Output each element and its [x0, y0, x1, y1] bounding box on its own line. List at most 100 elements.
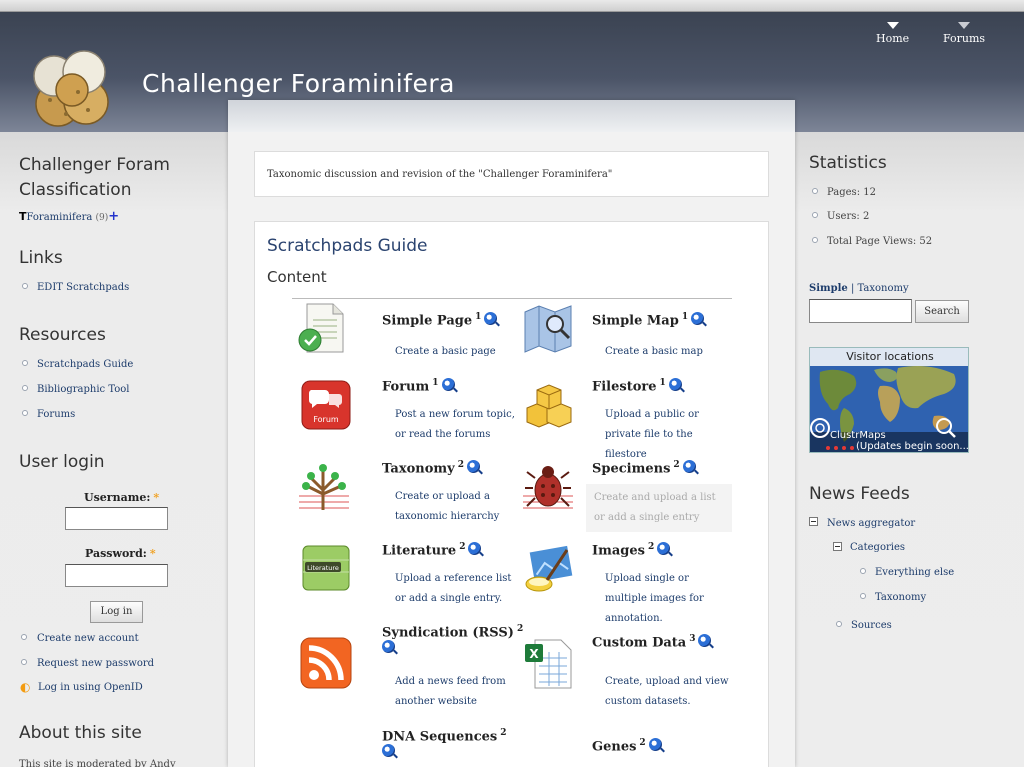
svg-text:Forum: Forum: [313, 415, 339, 424]
dna-icon[interactable]: [297, 742, 351, 767]
tree-icon[interactable]: [297, 460, 351, 514]
everything-else-link[interactable]: Everything else: [875, 567, 954, 578]
boxes-icon[interactable]: [521, 378, 575, 432]
openid-login-link[interactable]: Log in using OpenID: [38, 682, 143, 693]
bullet-icon: [21, 659, 27, 665]
taxonomy-feed-link[interactable]: Taxonomy: [875, 592, 926, 603]
bullet-icon: [812, 212, 818, 218]
guide-title: Scratchpads Guide: [267, 236, 428, 256]
taxonomy-link[interactable]: Taxonomy 2: [382, 460, 480, 476]
create-account-link[interactable]: Create new account: [37, 633, 139, 644]
magnifier-icon[interactable]: [382, 744, 395, 758]
item-title: DNA Sequences: [382, 729, 498, 745]
simple-page-link[interactable]: Simple Page 1: [382, 312, 498, 329]
genes-icon[interactable]: [521, 742, 575, 767]
map-icon[interactable]: [521, 302, 575, 356]
request-password-link[interactable]: Request new password: [37, 658, 154, 669]
simple-map-desc[interactable]: Create a basic map: [605, 342, 730, 362]
custom-data-link[interactable]: Custom Data 3: [592, 634, 712, 650]
classification-item-label: Foraminifera: [26, 212, 93, 223]
foraminifera-logo[interactable]: [28, 42, 116, 134]
main-top-bar: [228, 100, 795, 132]
search-tab-simple[interactable]: Simple: [809, 283, 848, 294]
forum-link[interactable]: Forum 1: [382, 378, 455, 394]
dna-sequences-link[interactable]: DNA Sequences 2: [382, 728, 506, 760]
custom-data-desc[interactable]: Create, upload and view custom datasets.: [605, 672, 730, 712]
taxonomy-desc[interactable]: Create or upload a taxonomic hierarchy: [395, 487, 520, 527]
login-button[interactable]: Log in: [90, 601, 143, 623]
magnifier-icon[interactable]: [657, 542, 671, 556]
openid-icon: ◐: [20, 680, 31, 694]
password-input[interactable]: [65, 564, 168, 587]
genes-link[interactable]: Genes 2: [592, 738, 662, 754]
site-name[interactable]: Challenger Foraminifera: [142, 69, 455, 98]
visitor-map[interactable]: Visitor locations ClustrMaps (Updates be…: [809, 347, 969, 453]
svg-text:X: X: [529, 647, 539, 661]
mission-text: Taxonomic discussion and revision of the…: [267, 169, 613, 180]
magnifier-icon[interactable]: [484, 312, 498, 326]
item-title: Filestore: [592, 379, 657, 395]
forum-icon[interactable]: Forum: [299, 378, 353, 432]
item-sup: 3: [689, 634, 696, 644]
magnifier-icon[interactable]: [441, 378, 455, 392]
collapse-icon[interactable]: [833, 542, 842, 551]
item-title: Simple Map: [592, 313, 679, 329]
required-mark: *: [153, 491, 160, 504]
classification-count: (9): [95, 213, 109, 223]
news-aggregator-link[interactable]: News aggregator: [827, 518, 915, 529]
magnifier-icon[interactable]: [682, 460, 696, 474]
literature-link[interactable]: Literature 2: [382, 542, 482, 558]
nav-forums[interactable]: Forums: [943, 22, 985, 45]
magnifier-icon[interactable]: [468, 542, 482, 556]
nav-forums-label: Forums: [943, 32, 986, 45]
collapse-icon[interactable]: [809, 517, 818, 526]
classification-item[interactable]: TForaminifera (9)+: [19, 209, 119, 224]
magnifier-icon[interactable]: [466, 460, 480, 474]
scratchpads-guide: Scratchpads Guide Content Simple Page 1 C…: [254, 221, 769, 767]
images-icon[interactable]: [521, 542, 575, 596]
rss-icon[interactable]: [299, 636, 353, 690]
forum-desc[interactable]: Post a new forum topic, or read the foru…: [395, 405, 520, 445]
syndication-desc[interactable]: Add a news feed from another website: [395, 672, 520, 712]
search-input[interactable]: [809, 299, 912, 323]
nav-home[interactable]: Home: [876, 22, 909, 45]
simple-page-desc[interactable]: Create a basic page: [395, 342, 520, 362]
images-desc[interactable]: Upload single or multiple images for ann…: [605, 569, 730, 629]
forums-link[interactable]: Forums: [37, 409, 75, 420]
resources-title: Resources: [19, 325, 106, 345]
filestore-link[interactable]: Filestore 1: [592, 378, 682, 394]
search-tab-taxonomy[interactable]: Taxonomy: [858, 283, 909, 294]
magnifier-icon[interactable]: [691, 312, 705, 326]
expand-plus-icon[interactable]: +: [108, 209, 119, 224]
literature-icon[interactable]: Literature: [299, 542, 353, 596]
filestore-desc[interactable]: Upload a public or private file to the f…: [605, 405, 730, 465]
specimens-link[interactable]: Specimens 2: [592, 460, 696, 476]
map-brand: ClustrMaps: [830, 430, 886, 441]
edit-scratchpads-link[interactable]: EDIT Scratchpads: [37, 282, 129, 293]
bullet-icon: [21, 634, 27, 640]
spreadsheet-icon[interactable]: X: [521, 636, 575, 690]
sources-link[interactable]: Sources: [851, 620, 892, 631]
links-title: Links: [19, 248, 63, 268]
bibliographic-tool-link[interactable]: Bibliographic Tool: [37, 384, 129, 395]
magnifier-icon[interactable]: [668, 378, 682, 392]
specimens-desc: Create and upload a list or add a single…: [586, 484, 732, 532]
item-title: Simple Page: [382, 313, 473, 329]
username-input[interactable]: [65, 507, 168, 530]
required-mark: *: [149, 547, 156, 560]
simple-map-link[interactable]: Simple Map 1: [592, 312, 705, 329]
categories-link[interactable]: Categories: [850, 542, 905, 553]
item-sup: 1: [475, 312, 482, 322]
bullet-icon: [860, 568, 866, 574]
magnifier-icon[interactable]: [382, 640, 395, 654]
magnifier-icon[interactable]: [698, 634, 712, 648]
literature-desc[interactable]: Upload a reference list or add a single …: [395, 569, 520, 609]
password-label-text: Password:: [85, 547, 147, 560]
page-icon[interactable]: [297, 300, 351, 354]
magnifier-icon[interactable]: [648, 738, 662, 752]
syndication-link[interactable]: Syndication (RSS) 2: [382, 624, 523, 656]
search-button[interactable]: Search: [915, 300, 969, 323]
images-link[interactable]: Images 2: [592, 542, 671, 558]
scratchpads-guide-link[interactable]: Scratchpads Guide: [37, 359, 133, 370]
bug-icon[interactable]: [521, 460, 575, 514]
